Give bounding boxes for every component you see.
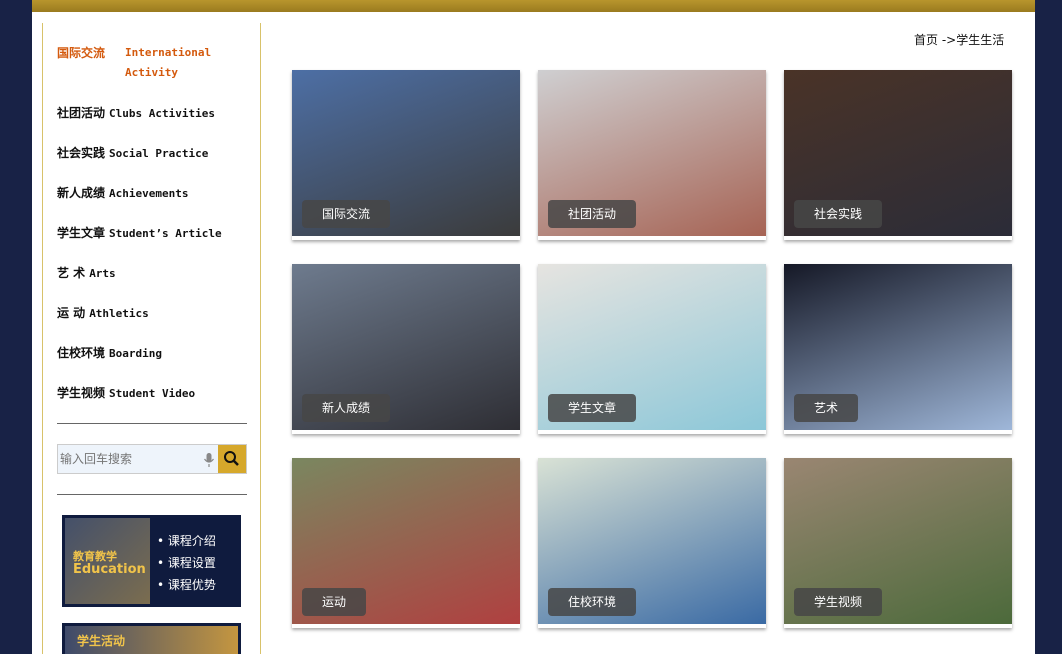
gallery-tile[interactable]: 社会实践 [784,70,1012,240]
gallery-tile[interactable]: 学生视频 [784,458,1012,628]
sidebar-item-athletics[interactable]: 运 动 Athletics [57,303,257,324]
breadcrumb-home-link[interactable]: 首页 [914,33,938,47]
gallery-tile[interactable]: 新人成绩 [292,264,520,434]
sidebar: 国际交流 International Activity 社团活动 Clubs Act… [42,23,261,654]
sidebar-item-articles[interactable]: 学生文章 Student’s Article [57,223,257,244]
tile-label: 运动 [302,588,367,616]
banner-title-zh: 学生活动 [77,634,126,648]
breadcrumb-current: 学生生活 [956,33,1005,47]
sidebar-item-clubs[interactable]: 社团活动 Clubs Activities [57,103,257,124]
education-link[interactable]: 课程设置 [157,552,216,574]
sidebar-item-en: Boarding [109,347,162,360]
search-icon [224,451,239,466]
student-activities-banner[interactable]: 学生活动 [62,623,241,654]
search-button[interactable] [218,445,246,473]
tile-label: 新人成绩 [302,394,391,422]
sidebar-item-achievements[interactable]: 新人成绩 Achievements [57,183,257,204]
breadcrumb: 首页 ->学生生活 [914,31,1004,48]
sidebar-item-zh: 社团活动 [57,106,106,120]
sidebar-item-arts[interactable]: 艺 术 Arts [57,263,257,284]
breadcrumb-separator: -> [938,33,957,47]
gallery-tile[interactable]: 运动 [292,458,520,628]
sidebar-item-zh: 新人成绩 [57,186,106,200]
page-container: 国际交流 International Activity 社团活动 Clubs Act… [32,0,1035,654]
sidebar-item-international[interactable]: 国际交流 International Activity [57,43,257,83]
sidebar-item-en: Student’s Article [109,227,222,240]
search-input[interactable] [60,450,200,468]
tile-label: 社会实践 [794,200,883,228]
education-banner-image: 教育教学 Education [65,518,150,604]
sidebar-item-zh: 国际交流 [57,46,106,60]
sidebar-item-zh: 艺 术 [57,266,86,280]
sidebar-item-en: International Activity [125,46,212,79]
tile-label: 国际交流 [302,200,391,228]
sidebar-item-en: Social Practice [109,147,209,160]
search-box [57,444,247,474]
tile-label: 艺术 [794,394,859,422]
sidebar-item-en: Arts [89,267,116,280]
banner-title-en: Education [73,562,146,577]
education-banner[interactable]: 教育教学 Education 课程介绍 课程设置 课程优势 [62,515,241,607]
gallery-tile[interactable]: 社团活动 [538,70,766,240]
sidebar-item-en: Athletics [89,307,149,320]
gallery-tile[interactable]: 艺术 [784,264,1012,434]
sidebar-item-zh: 运 动 [57,306,86,320]
education-link[interactable]: 课程优势 [157,574,216,596]
sidebar-item-en: Student Video [109,387,196,400]
sidebar-item-zh: 学生文章 [57,226,106,240]
gallery-tile[interactable]: 国际交流 [292,70,520,240]
sidebar-item-zh: 社会实践 [57,146,106,160]
tile-label: 学生视频 [794,588,883,616]
sidebar-divider [57,423,247,424]
microphone-icon[interactable] [203,452,215,468]
sidebar-item-zh: 住校环境 [57,346,106,360]
tile-label: 住校环境 [548,588,637,616]
student-activities-banner-image: 学生活动 [65,626,238,654]
sidebar-item-social-practice[interactable]: 社会实践 Social Practice [57,143,257,164]
education-link[interactable]: 课程介绍 [157,530,216,552]
sidebar-item-en: Achievements [109,187,189,200]
gallery-tile[interactable]: 学生文章 [538,264,766,434]
sidebar-divider [57,494,247,495]
gallery-tile[interactable]: 住校环境 [538,458,766,628]
tile-label: 学生文章 [548,394,637,422]
sidebar-item-boarding[interactable]: 住校环境 Boarding [57,343,257,364]
sidebar-item-en: Clubs Activities [109,107,215,120]
tile-label: 社团活动 [548,200,637,228]
sidebar-item-zh: 学生视频 [57,386,106,400]
education-links: 课程介绍 课程设置 课程优势 [157,530,216,596]
top-bar [32,0,1035,12]
sidebar-item-video[interactable]: 学生视频 Student Video [57,383,257,404]
